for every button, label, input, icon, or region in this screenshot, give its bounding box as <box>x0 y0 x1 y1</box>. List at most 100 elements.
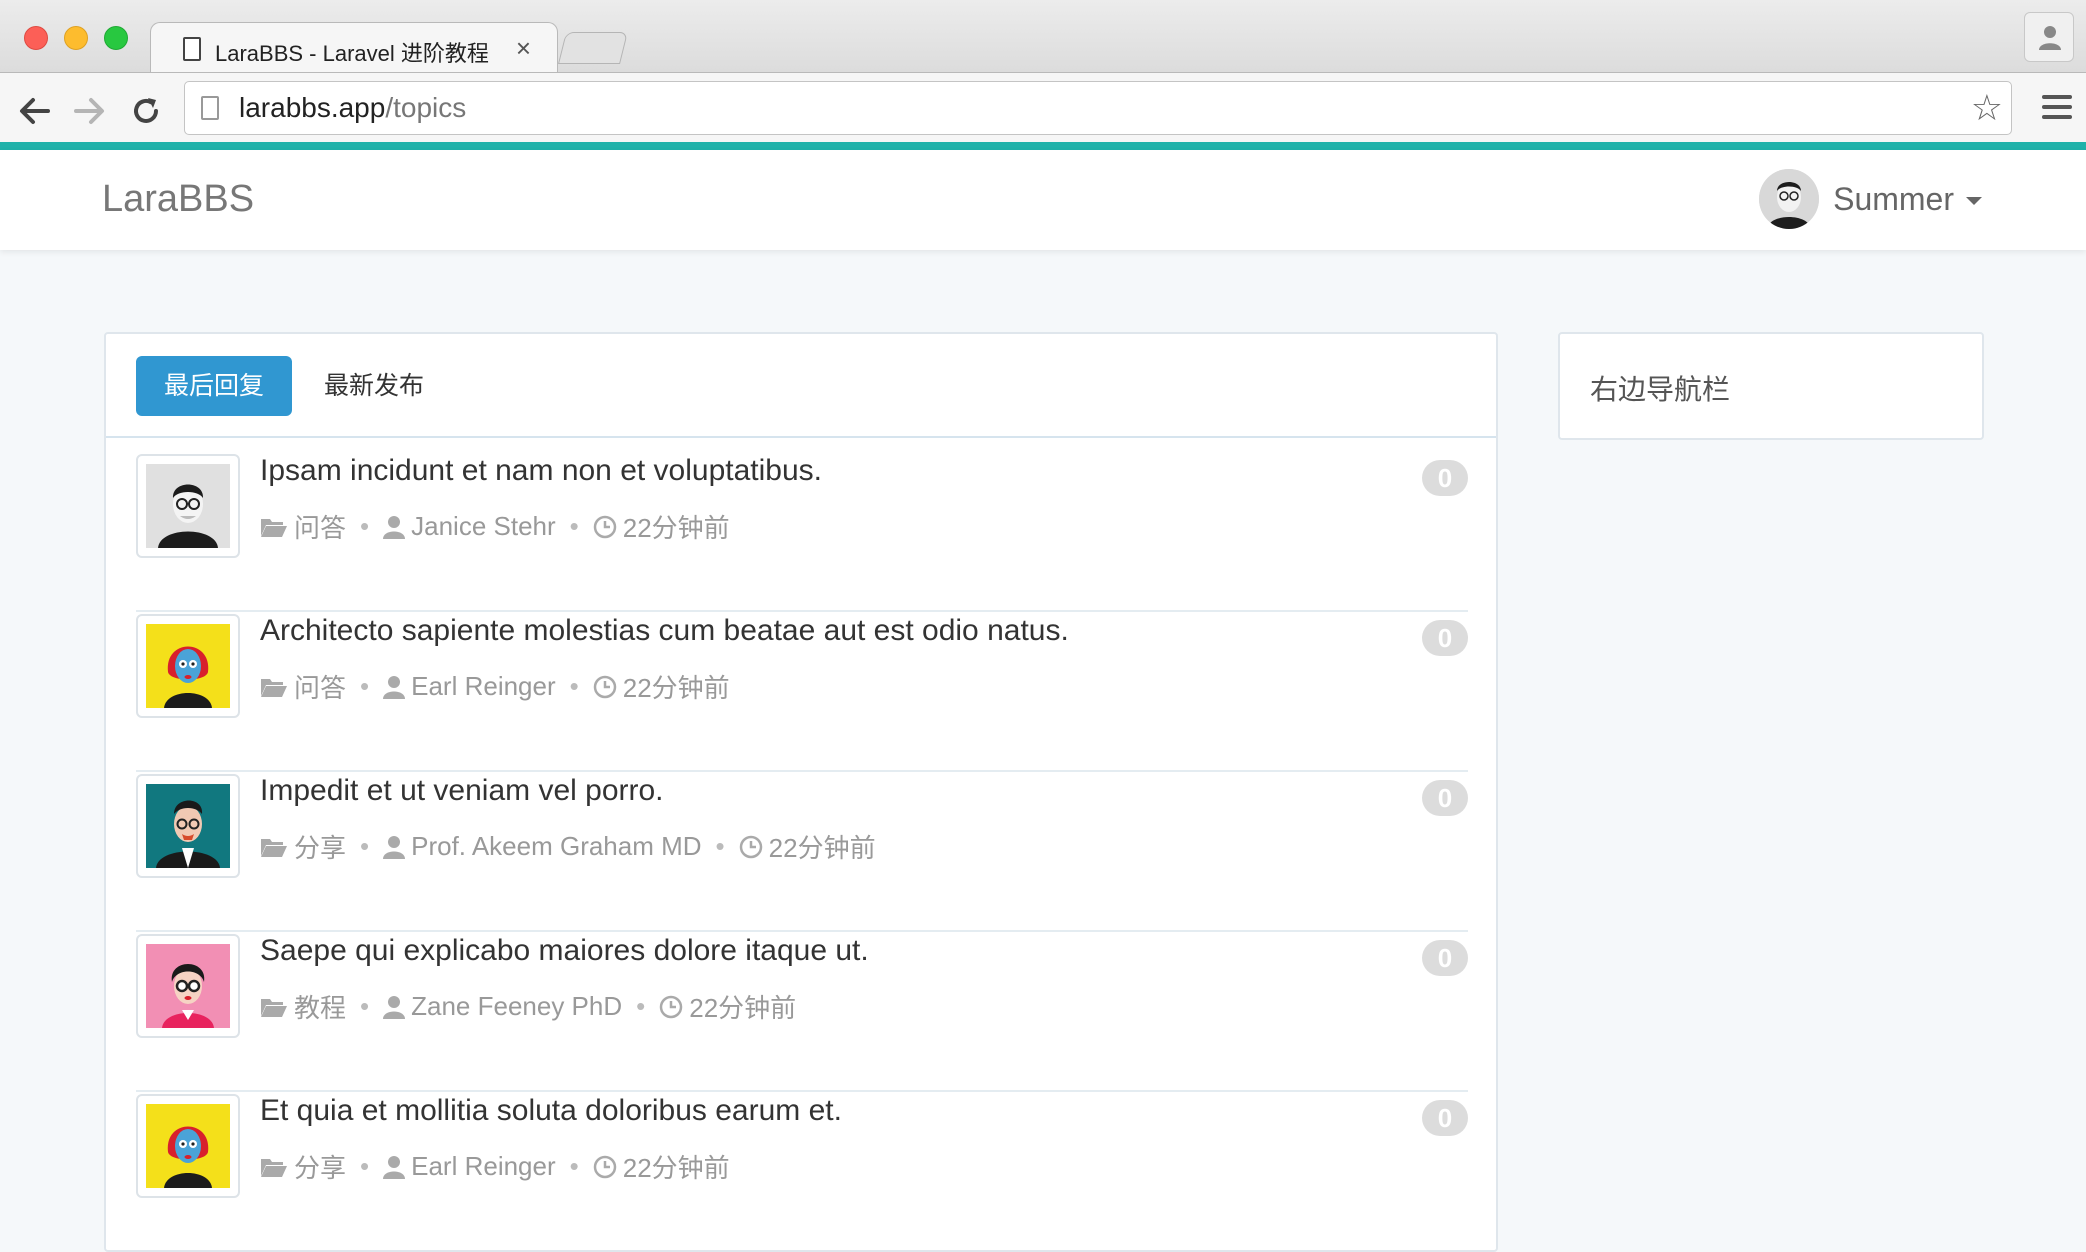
topic-time: 22分钟前 <box>768 833 876 863</box>
clock-icon <box>660 995 683 1018</box>
topic-list: Ipsam incidunt et nam non et voluptatibu… <box>136 452 1468 1252</box>
avatar-woman-red-hair-icon <box>146 1104 230 1188</box>
avatar[interactable] <box>136 454 240 558</box>
site-navbar: LaraBBS Summer <box>0 150 2086 250</box>
separator: • <box>636 991 646 1021</box>
separator: • <box>360 511 370 541</box>
back-button[interactable] <box>16 93 52 129</box>
author-link[interactable]: Earl Reinger <box>411 671 556 702</box>
window-minimize-button[interactable] <box>64 26 88 50</box>
reload-icon <box>134 98 158 123</box>
browser-toolbar: larabbs.app/topics ☆ <box>0 72 2086 144</box>
user-icon <box>383 835 406 859</box>
new-tab-button[interactable] <box>558 32 628 64</box>
separator: • <box>360 991 370 1021</box>
folder-open-icon <box>261 678 287 697</box>
author-link[interactable]: Zane Feeney PhD <box>411 991 622 1022</box>
avatar[interactable] <box>136 774 240 878</box>
folder-open-icon <box>261 518 287 537</box>
reply-count-badge[interactable]: 0 <box>1422 780 1468 816</box>
category-link[interactable]: 教程 <box>294 988 346 1025</box>
user-icon <box>383 515 406 539</box>
category-link[interactable]: 分享 <box>294 1148 346 1185</box>
browser-titlebar: LaraBBS - Laravel 进阶教程 × <box>0 0 2086 74</box>
url-path: /topics <box>385 92 467 123</box>
category-link[interactable]: 问答 <box>294 668 346 705</box>
window-maximize-button[interactable] <box>104 26 128 50</box>
separator: • <box>715 831 725 861</box>
reply-count-badge[interactable]: 0 <box>1422 940 1468 976</box>
author-link[interactable]: Janice Stehr <box>411 511 556 542</box>
list-item: Saepe qui explicabo maiores dolore itaqu… <box>136 932 1468 1092</box>
tab-title: LaraBBS - Laravel 进阶教程 <box>215 41 489 66</box>
sidebar-panel: 右边导航栏 <box>1558 332 1984 440</box>
folder-open-icon <box>261 1158 287 1177</box>
topic-title-link[interactable]: Saepe qui explicabo maiores dolore itaqu… <box>260 934 869 968</box>
list-item: Architecto sapiente molestias cum beatae… <box>136 612 1468 772</box>
topic-title-link[interactable]: Ipsam incidunt et nam non et voluptatibu… <box>260 454 822 488</box>
author-link[interactable]: Earl Reinger <box>411 1151 556 1182</box>
reply-count-badge[interactable]: 0 <box>1422 620 1468 656</box>
reload-button[interactable] <box>128 93 164 129</box>
brand-link[interactable]: LaraBBS <box>102 178 254 221</box>
topic-tabs: 最后回复 最新发布 <box>106 334 1496 438</box>
avatar-man-glasses-icon <box>146 464 230 548</box>
avatar[interactable] <box>136 1094 240 1198</box>
topic-title-link[interactable]: Architecto sapiente molestias cum beatae… <box>260 614 1069 648</box>
avatar <box>1759 169 1820 229</box>
folder-open-icon <box>261 838 287 857</box>
topic-meta: 分享 • Prof. Akeem Graham MD • 22分钟前 <box>260 828 876 865</box>
user-icon <box>383 995 406 1019</box>
reply-count-badge[interactable]: 0 <box>1422 460 1468 496</box>
address-bar[interactable]: larabbs.app/topics ☆ <box>184 81 2012 135</box>
tab-newest[interactable]: 最新发布 <box>296 356 452 416</box>
separator: • <box>569 511 579 541</box>
user-dropdown[interactable]: Summer <box>1759 168 1982 230</box>
avatar[interactable] <box>136 614 240 718</box>
topic-meta: 教程 • Zane Feeney PhD • 22分钟前 <box>260 988 796 1025</box>
reply-count-badge[interactable]: 0 <box>1422 1100 1468 1136</box>
clock-icon <box>593 1155 616 1178</box>
category-link[interactable]: 分享 <box>294 828 346 865</box>
clock-icon <box>593 675 616 698</box>
person-icon <box>2039 26 2061 50</box>
topic-title-link[interactable]: Et quia et mollitia soluta doloribus ear… <box>260 1094 842 1128</box>
browser-profile-button[interactable] <box>2024 12 2074 62</box>
forward-button[interactable] <box>72 93 108 129</box>
topic-title-link[interactable]: Impedit et ut veniam vel porro. <box>260 774 664 808</box>
url-text[interactable]: larabbs.app/topics <box>239 92 466 124</box>
separator: • <box>360 831 370 861</box>
user-icon <box>383 675 406 699</box>
folder-open-icon <box>261 998 287 1017</box>
page-icon <box>201 96 219 120</box>
list-item: Et quia et mollitia soluta doloribus ear… <box>136 1092 1468 1252</box>
document-icon <box>183 37 201 61</box>
author-link[interactable]: Prof. Akeem Graham MD <box>411 831 701 862</box>
avatar-woman-red-hair-icon <box>146 624 230 708</box>
avatar-man-suit-icon <box>146 784 230 868</box>
user-icon <box>383 1155 406 1179</box>
topic-meta: 分享 • Earl Reinger • 22分钟前 <box>260 1148 730 1185</box>
bookmark-star-icon[interactable]: ☆ <box>1971 88 2003 128</box>
browser-tab-active[interactable]: LaraBBS - Laravel 进阶教程 × <box>150 22 558 74</box>
avatar[interactable] <box>136 934 240 1038</box>
topic-time: 22分钟前 <box>622 1153 730 1183</box>
window-close-button[interactable] <box>24 26 48 50</box>
category-link[interactable]: 问答 <box>294 508 346 545</box>
clock-icon <box>739 835 762 858</box>
browser-menu-icon[interactable] <box>2042 95 2072 121</box>
separator: • <box>569 671 579 701</box>
user-name: Summer <box>1833 180 1954 217</box>
tab-close-icon[interactable]: × <box>516 33 531 64</box>
separator: • <box>569 1151 579 1181</box>
sidebar-title: 右边导航栏 <box>1590 374 1731 405</box>
arrow-left-icon <box>20 98 50 124</box>
separator: • <box>360 1151 370 1181</box>
topics-panel: 最后回复 最新发布 Ipsam incidunt et nam non et v… <box>104 332 1498 1252</box>
accent-strip <box>0 142 2086 150</box>
arrow-right-icon <box>74 98 104 124</box>
topic-time: 22分钟前 <box>622 673 730 703</box>
topic-meta: 问答 • Earl Reinger • 22分钟前 <box>260 668 730 705</box>
avatar-woman-glasses-icon <box>146 944 230 1028</box>
tab-last-reply[interactable]: 最后回复 <box>136 356 293 416</box>
